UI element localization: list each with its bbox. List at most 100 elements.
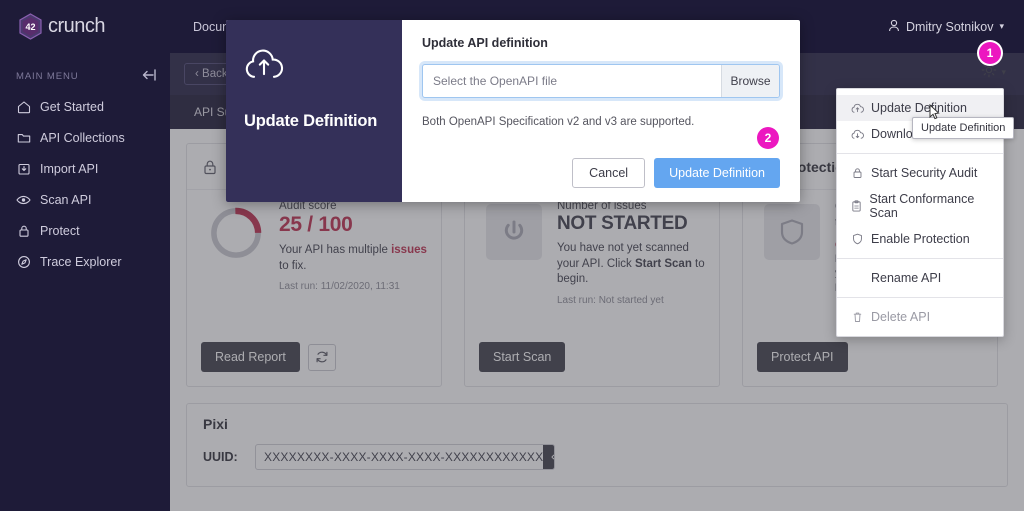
- read-report-button[interactable]: Read Report: [201, 342, 300, 372]
- eye-icon[interactable]: [543, 444, 555, 470]
- menu-item-rename-api[interactable]: Rename API: [837, 265, 1003, 291]
- folder-icon: [16, 130, 31, 145]
- audit-score-donut: [207, 204, 265, 262]
- sidebar-item-label: Protect: [40, 224, 80, 238]
- gear-icon: [981, 62, 997, 83]
- scan-status-value: NOT STARTED: [557, 213, 705, 235]
- cancel-button[interactable]: Cancel: [572, 158, 645, 188]
- file-input[interactable]: Select the OpenAPI file: [423, 65, 721, 97]
- sidebar: MAIN MENU Get Started API Collections Im…: [0, 53, 170, 511]
- lock-icon: [851, 167, 864, 179]
- menu-item-start-conformance-scan[interactable]: Start Conformance Scan: [837, 186, 1003, 226]
- sidebar-item-import-api[interactable]: Import API: [0, 153, 170, 184]
- cloud-download-icon: [851, 129, 864, 140]
- sidebar-header: MAIN MENU: [0, 53, 170, 91]
- sidebar-item-get-started[interactable]: Get Started: [0, 91, 170, 122]
- eye-icon: [16, 192, 31, 207]
- sidebar-item-label: Trace Explorer: [40, 255, 122, 269]
- sidebar-item-label: Get Started: [40, 100, 104, 114]
- menu-separator: [837, 258, 1003, 259]
- desc-emphasis: issues: [391, 244, 427, 256]
- api-info-panel: Pixi UUID: XXXXXXXX-XXXX-XXXX-XXXX-XXXXX…: [186, 403, 1008, 487]
- chevron-down-icon: ▾: [999, 21, 1004, 32]
- start-scan-button[interactable]: Start Scan: [479, 342, 565, 372]
- api-name: Pixi: [203, 416, 991, 432]
- modal-hint: Both OpenAPI Specification v2 and v3 are…: [422, 116, 780, 128]
- cloud-upload-icon: [244, 48, 284, 82]
- home-icon: [16, 99, 31, 114]
- menu-item-delete-api[interactable]: Delete API: [837, 304, 1003, 330]
- modal-left-panel: Update Definition: [226, 20, 402, 202]
- compass-icon: [16, 254, 31, 269]
- card-description: You have not yet scanned your API. Click…: [557, 241, 705, 288]
- refresh-icon[interactable]: [308, 344, 336, 371]
- card-visual: [475, 200, 553, 342]
- step-badge-1: 1: [979, 42, 1001, 64]
- power-icon: [486, 204, 542, 260]
- cloud-upload-icon: [851, 103, 864, 114]
- card-footer: Read Report: [187, 342, 441, 386]
- update-definition-modal: Update Definition Update API definition …: [226, 20, 800, 202]
- card-text: Audit score 25 / 100 Your API has multip…: [275, 200, 427, 342]
- sidebar-item-api-collections[interactable]: API Collections: [0, 122, 170, 153]
- modal-title: Update API definition: [422, 36, 780, 50]
- menu-item-label: Delete API: [871, 310, 930, 324]
- step-badge-2: 2: [757, 127, 779, 149]
- card-last-run: Last run: 11/02/2020, 11:31: [279, 281, 427, 292]
- sidebar-title: MAIN MENU: [16, 71, 78, 82]
- trash-icon: [851, 311, 864, 323]
- sidebar-item-trace-explorer[interactable]: Trace Explorer: [0, 246, 170, 277]
- lock-icon: [201, 158, 219, 176]
- logo-text: crunch: [48, 15, 105, 38]
- api-actions-gear[interactable]: ▾: [981, 62, 1006, 83]
- sidebar-item-protect[interactable]: Protect: [0, 215, 170, 246]
- menu-item-label: Start Conformance Scan: [869, 192, 989, 220]
- desc-pre: Your API has multiple: [279, 244, 391, 256]
- card-body: Audit score 25 / 100 Your API has multip…: [187, 190, 441, 342]
- card-description: Your API has multiple issues to fix.: [279, 243, 427, 274]
- card-visual: [753, 200, 831, 342]
- file-select-field[interactable]: Select the OpenAPI file Browse: [422, 64, 780, 98]
- menu-separator: [837, 153, 1003, 154]
- menu-item-enable-protection[interactable]: Enable Protection: [837, 226, 1003, 252]
- card-body: Number of issues NOT STARTED You have no…: [465, 190, 719, 342]
- tooltip: Update Definition: [912, 117, 1014, 139]
- lock-icon: [16, 223, 31, 238]
- chevron-down-icon: ▾: [1001, 67, 1006, 78]
- modal-right-panel: Update API definition Select the OpenAPI…: [402, 20, 800, 202]
- menu-item-label: Rename API: [871, 271, 941, 285]
- menu-item-label: Update Definition: [871, 101, 967, 115]
- card-footer: Protect API: [743, 342, 997, 386]
- uuid-value: XXXXXXXX-XXXX-XXXX-XXXX-XXXXXXXXXXXX: [256, 450, 543, 464]
- 42crunch-logo-icon: 42: [18, 13, 43, 40]
- shield-icon: [764, 204, 820, 260]
- card-text: Number of issues NOT STARTED You have no…: [553, 200, 705, 342]
- shield-icon: [851, 233, 864, 245]
- protect-api-button[interactable]: Protect API: [757, 342, 848, 372]
- card-visual: [197, 200, 275, 342]
- menu-separator: [837, 297, 1003, 298]
- collapse-sidebar-icon[interactable]: [142, 69, 156, 83]
- uuid-row: UUID: XXXXXXXX-XXXX-XXXX-XXXX-XXXXXXXXXX…: [203, 444, 991, 470]
- logo[interactable]: 42 crunch: [18, 13, 168, 40]
- desc-emphasis: Start Scan: [635, 258, 692, 270]
- menu-item-label: Start Security Audit: [871, 166, 977, 180]
- sidebar-item-label: Scan API: [40, 193, 91, 207]
- clipboard-icon: [851, 200, 862, 212]
- mouse-cursor: [929, 104, 940, 120]
- sidebar-item-label: Import API: [40, 162, 98, 176]
- import-icon: [16, 161, 31, 176]
- card-last-run: Last run: Not started yet: [557, 295, 705, 306]
- uuid-field[interactable]: XXXXXXXX-XXXX-XXXX-XXXX-XXXXXXXXXXXX: [255, 444, 555, 470]
- update-definition-submit-button[interactable]: Update Definition: [654, 158, 780, 188]
- card-footer: Start Scan: [465, 342, 719, 386]
- svg-text:42: 42: [25, 22, 35, 32]
- modal-footer: Cancel Update Definition: [422, 158, 780, 188]
- user-menu[interactable]: Dmitry Sotnikov ▾: [888, 19, 1004, 35]
- sidebar-item-scan-api[interactable]: Scan API: [0, 184, 170, 215]
- user-name: Dmitry Sotnikov: [906, 20, 994, 34]
- browse-button[interactable]: Browse: [721, 65, 779, 97]
- menu-item-start-security-audit[interactable]: Start Security Audit: [837, 160, 1003, 186]
- audit-score-value: 25 / 100: [279, 213, 427, 237]
- desc-post: to fix.: [279, 260, 306, 272]
